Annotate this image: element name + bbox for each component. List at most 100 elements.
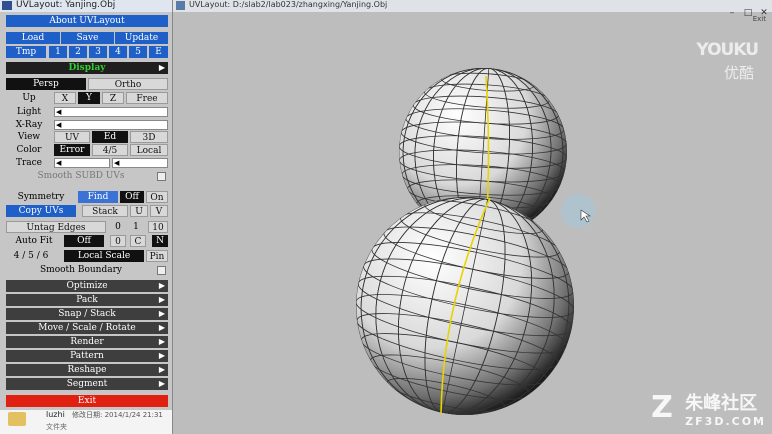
- untag-value-1[interactable]: 1: [128, 221, 144, 233]
- viewport-title: UVLayout: D:/slab2/lab023/zhangxing/Yanj…: [189, 0, 388, 9]
- untag-value-10[interactable]: 10: [148, 221, 168, 233]
- pattern-menu[interactable]: Pattern: [6, 350, 168, 362]
- xray-slider[interactable]: ◀: [54, 120, 168, 130]
- tmp-slot-2[interactable]: 2: [69, 46, 87, 58]
- tmp-label: Tmp: [6, 46, 46, 58]
- zf-watermark-cn: 朱峰社区: [685, 393, 758, 414]
- expand-arrow-icon[interactable]: ▶: [156, 336, 168, 348]
- 3d-viewport[interactable]: UVLayout: D:/slab2/lab023/zhangxing/Yanj…: [173, 0, 772, 434]
- youku-logo-cn: 优酷: [723, 64, 754, 82]
- optimize-menu[interactable]: Optimize: [6, 280, 168, 292]
- expand-arrow-icon[interactable]: ▶: [156, 364, 168, 376]
- slider-left-icon: ◀: [56, 159, 62, 167]
- up-z-button[interactable]: Z: [102, 92, 124, 104]
- smooth-boundary-checkbox[interactable]: [157, 266, 166, 275]
- local-scale-button[interactable]: Local Scale: [64, 250, 144, 262]
- untag-value-0[interactable]: 0: [110, 221, 126, 233]
- load-button[interactable]: Load: [6, 32, 60, 44]
- reshape-menu[interactable]: Reshape: [6, 364, 168, 376]
- view-ed-button[interactable]: Ed: [92, 131, 128, 143]
- pin-button[interactable]: Pin: [146, 250, 168, 262]
- file-name: luzhi: [46, 410, 65, 419]
- cursor-highlight: [561, 194, 595, 228]
- viewport-titlebar: UVLayout: D:/slab2/lab023/zhangxing/Yanj…: [173, 0, 772, 18]
- display-expand-icon[interactable]: ▶: [156, 62, 168, 74]
- render-menu[interactable]: Render: [6, 336, 168, 348]
- uvlayout-panel: UVLayout: Yanjing.Obj About UVLayout Loa…: [0, 0, 173, 434]
- zf3d-watermark: Z 朱峰社区 ZF3D.COM: [651, 389, 766, 428]
- window-controls: – □ ✕: [724, 0, 772, 18]
- move-scale-rotate-menu[interactable]: Move / Scale / Rotate: [6, 322, 168, 334]
- up-label: Up: [6, 92, 52, 104]
- sphere-scene: [336, 68, 595, 434]
- auto-fit-off-button[interactable]: Off: [64, 235, 104, 247]
- update-button[interactable]: Update: [115, 32, 168, 44]
- light-slider[interactable]: ◀: [54, 107, 168, 117]
- v-button[interactable]: V: [150, 205, 168, 217]
- smooth-subd-label: Smooth SUBD UVs: [6, 170, 156, 182]
- youku-logo: YOUKU: [696, 40, 759, 60]
- ortho-button[interactable]: Ortho: [88, 78, 168, 90]
- color-local-button[interactable]: Local: [130, 144, 168, 156]
- pack-menu[interactable]: Pack: [6, 294, 168, 306]
- view-3d-button[interactable]: 3D: [130, 131, 168, 143]
- expand-arrow-icon[interactable]: ▶: [156, 350, 168, 362]
- save-button[interactable]: Save: [61, 32, 114, 44]
- free-button[interactable]: Free: [126, 92, 168, 104]
- trace-slider-2[interactable]: ◀: [112, 158, 168, 168]
- auto-fit-c-button[interactable]: C: [130, 235, 146, 247]
- auto-fit-label: Auto Fit: [6, 235, 62, 247]
- find-button[interactable]: Find: [78, 191, 118, 203]
- up-y-button[interactable]: Y: [78, 92, 100, 104]
- view-uv-button[interactable]: UV: [54, 131, 90, 143]
- explorer-file-item[interactable]: luzhi 修改日期: 2014/1/24 21:31 文件夹: [0, 410, 172, 434]
- tmp-slot-4[interactable]: 4: [109, 46, 127, 58]
- slider-left-icon: ◀: [56, 121, 62, 129]
- snap-stack-menu[interactable]: Snap / Stack: [6, 308, 168, 320]
- expand-arrow-icon[interactable]: ▶: [156, 322, 168, 334]
- file-type: 文件夹: [46, 423, 67, 431]
- zf-logo-icon: Z: [651, 390, 673, 425]
- tmp-slot-5[interactable]: 5: [129, 46, 147, 58]
- about-button[interactable]: About UVLayout: [6, 15, 168, 27]
- auto-fit-0-button[interactable]: 0: [110, 235, 126, 247]
- exit-button[interactable]: Exit: [6, 395, 168, 407]
- symmetry-off-button[interactable]: Off: [120, 191, 144, 203]
- view-label: View: [6, 131, 52, 143]
- ratio-label: 4 / 5 / 6: [2, 250, 60, 262]
- app-icon: [176, 1, 185, 10]
- untag-edges-button[interactable]: Untag Edges: [6, 221, 106, 233]
- copy-uvs-button[interactable]: Copy UVs: [6, 205, 76, 217]
- smooth-boundary-label: Smooth Boundary: [6, 264, 156, 276]
- stack-button[interactable]: Stack: [82, 205, 128, 217]
- expand-arrow-icon[interactable]: ▶: [156, 378, 168, 390]
- color-error-button[interactable]: Error: [54, 144, 90, 156]
- xray-label: X-Ray: [6, 119, 52, 131]
- symmetry-on-button[interactable]: On: [146, 191, 168, 203]
- light-label: Light: [6, 106, 52, 118]
- symmetry-label: Symmetry: [6, 191, 76, 203]
- lower-sphere[interactable]: [336, 177, 595, 434]
- persp-button[interactable]: Persp: [6, 78, 86, 90]
- color-45-button[interactable]: 4/5: [92, 144, 128, 156]
- file-date: 修改日期: 2014/1/24 21:31: [72, 411, 163, 419]
- slider-left-icon: ◀: [114, 159, 120, 167]
- segment-menu[interactable]: Segment: [6, 378, 168, 390]
- slider-left-icon: ◀: [56, 108, 62, 116]
- smooth-subd-checkbox[interactable]: [157, 172, 166, 181]
- up-x-button[interactable]: X: [54, 92, 76, 104]
- tmp-slot-1[interactable]: 1: [49, 46, 67, 58]
- panel-titlebar: UVLayout: Yanjing.Obj: [0, 0, 172, 12]
- trace-slider-1[interactable]: ◀: [54, 158, 110, 168]
- expand-arrow-icon[interactable]: ▶: [156, 280, 168, 292]
- color-label: Color: [6, 144, 52, 156]
- expand-arrow-icon[interactable]: ▶: [156, 294, 168, 306]
- tmp-slot-3[interactable]: 3: [89, 46, 107, 58]
- display-section[interactable]: Display: [6, 62, 168, 74]
- folder-icon: [8, 412, 26, 426]
- expand-arrow-icon[interactable]: ▶: [156, 308, 168, 320]
- tmp-slot-e[interactable]: E: [149, 46, 168, 58]
- u-button[interactable]: U: [130, 205, 148, 217]
- trace-label: Trace: [6, 157, 52, 169]
- auto-fit-n-button[interactable]: N: [152, 235, 168, 247]
